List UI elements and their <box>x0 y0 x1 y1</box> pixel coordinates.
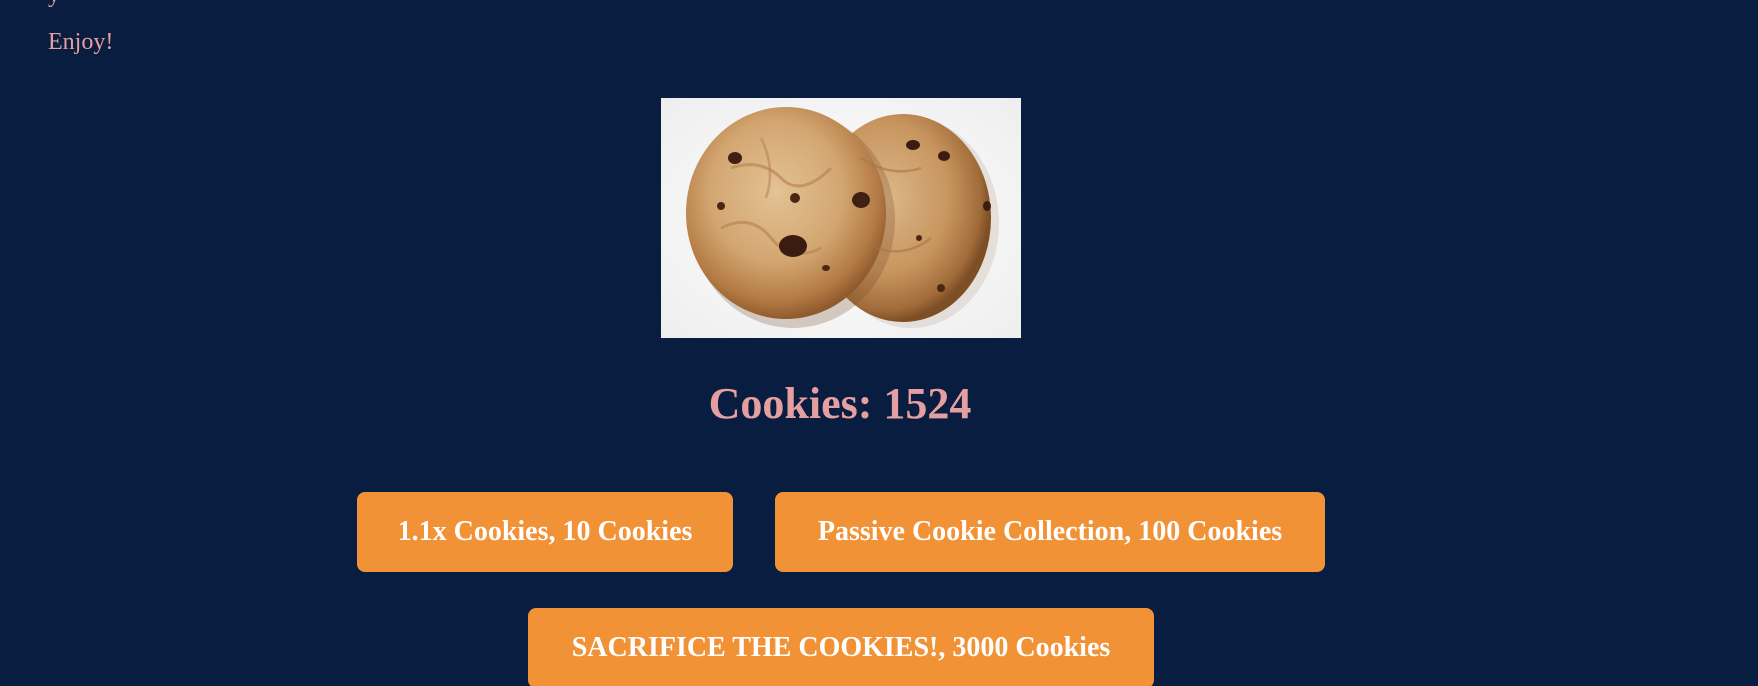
cookie-counter: Cookies: 1524 <box>708 379 972 428</box>
intro-text-fragment: y <box>48 0 60 9</box>
upgrade-passive-collection-button[interactable]: Passive Cookie Collection, 100 Cookies <box>775 492 1325 572</box>
enjoy-text: Enjoy! <box>48 29 114 55</box>
sacrifice-cookies-button[interactable]: SACRIFICE THE COOKIES!, 3000 Cookies <box>528 608 1154 686</box>
upgrade-multiplier-button[interactable]: 1.1x Cookies, 10 Cookies <box>357 492 733 572</box>
cookie-icon <box>661 98 1021 338</box>
cookie-image[interactable] <box>661 98 1021 338</box>
cookie-clicker-page: y Enjoy! <box>0 0 1758 686</box>
